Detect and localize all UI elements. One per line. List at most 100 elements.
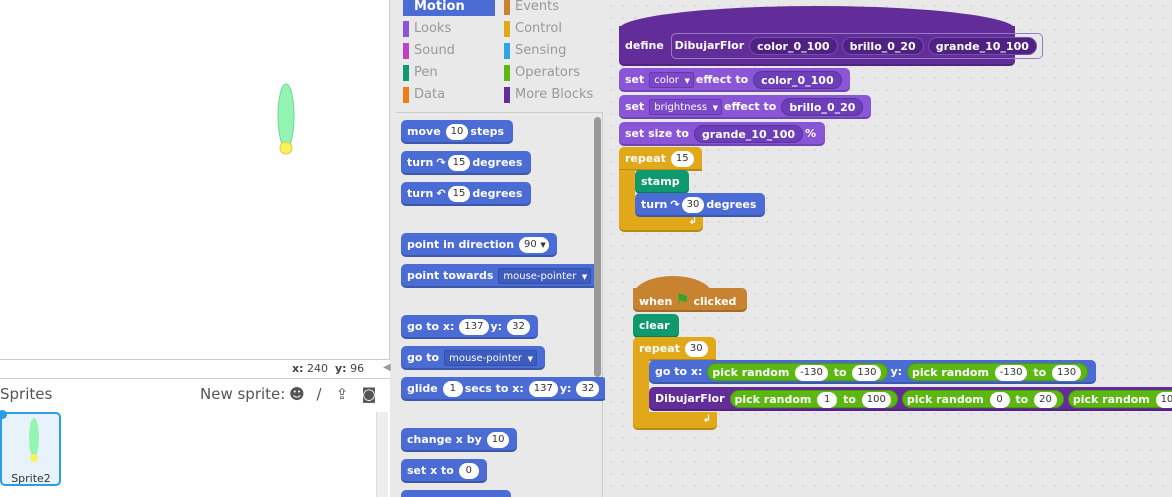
param-reporter[interactable]: grande_10_100 bbox=[693, 125, 804, 143]
stage[interactable] bbox=[0, 0, 390, 360]
block-set-color-effect[interactable]: set coloreffect to color_0_100 bbox=[619, 68, 850, 92]
count-input[interactable]: 30 bbox=[684, 341, 708, 357]
block-go-to-xy[interactable]: go to x: 137 y: 32 bbox=[401, 315, 538, 339]
choose-sprite-library-icon[interactable]: ☻ bbox=[288, 385, 306, 403]
count-input[interactable]: 15 bbox=[670, 151, 694, 167]
block-glide[interactable]: glide 1 secs to x: 137 y: 32 bbox=[401, 377, 608, 401]
block-turn-right[interactable]: turn ↷ 15 degrees bbox=[401, 151, 532, 175]
sprite-flower-petal[interactable] bbox=[270, 80, 302, 160]
block-go-to-random[interactable]: go to x: pick random -130 to 130 y: pick ra… bbox=[649, 360, 1097, 384]
block-set-x[interactable]: set x to 0 bbox=[401, 459, 487, 483]
x-input[interactable]: 137 bbox=[459, 319, 489, 335]
block-text: set size to bbox=[625, 127, 689, 140]
sprite-thumbnail[interactable]: Sprite2 bbox=[0, 410, 61, 486]
loop-arrow-icon: ↲ bbox=[688, 216, 697, 227]
block-stamp[interactable]: stamp bbox=[635, 170, 689, 194]
repeat-footer: ↲ bbox=[633, 412, 717, 430]
block-point-in-direction[interactable]: point in direction 90 ▼ bbox=[401, 233, 557, 257]
collapse-arrow-icon[interactable]: ◀ bbox=[383, 362, 391, 373]
category-sensing[interactable]: Sensing bbox=[504, 42, 596, 60]
palette-scrollbar[interactable] bbox=[594, 117, 601, 377]
x-input[interactable]: 137 bbox=[528, 381, 558, 397]
camera-icon[interactable]: ◙ bbox=[360, 385, 378, 403]
rotate-right-icon: ↷ bbox=[436, 156, 446, 169]
block-turn-left[interactable]: turn ↶ 15 degrees bbox=[401, 182, 532, 206]
param-reporter[interactable]: color_0_100 bbox=[749, 37, 838, 55]
min-input[interactable]: 0 bbox=[989, 392, 1010, 408]
category-pen[interactable]: Pen bbox=[403, 64, 495, 82]
block-go-to[interactable]: go to mouse-pointer bbox=[401, 346, 546, 370]
block-change-x[interactable]: change x by 10 bbox=[401, 428, 518, 452]
max-input[interactable]: 130 bbox=[852, 365, 882, 381]
paint-brush-icon[interactable]: / bbox=[310, 385, 328, 403]
direction-dropdown[interactable]: 90 ▼ bbox=[519, 237, 549, 253]
block-partial[interactable] bbox=[401, 490, 511, 497]
max-input[interactable]: 100 bbox=[861, 392, 891, 408]
block-define[interactable]: define DibujarFlor color_0_100 brillo_0_20… bbox=[619, 26, 1043, 66]
pick-random-size[interactable]: pick random 10 to 50 bbox=[1067, 390, 1172, 408]
proc-prototype[interactable]: DibujarFlor color_0_100 brillo_0_20 grande_… bbox=[670, 33, 1043, 59]
category-operators[interactable]: Operators bbox=[504, 64, 596, 82]
sprite-info-icon[interactable] bbox=[0, 410, 7, 419]
category-data[interactable]: Data bbox=[403, 86, 495, 104]
block-clear[interactable]: clear bbox=[633, 314, 679, 338]
block-text: degrees bbox=[706, 198, 757, 211]
param-reporter[interactable]: brillo_0_20 bbox=[841, 37, 924, 55]
block-text: secs to x: bbox=[464, 382, 524, 395]
block-repeat[interactable]: repeat 15 bbox=[619, 147, 702, 171]
category-more-blocks[interactable]: More Blocks bbox=[504, 86, 596, 104]
number-input[interactable]: 15 bbox=[447, 186, 471, 202]
category-swatch bbox=[403, 43, 409, 59]
block-point-towards[interactable]: point towards mouse-pointer bbox=[401, 264, 600, 288]
block-palette: move 10 steps turn ↷ 15 degrees turn ↶ 15 degree… bbox=[396, 112, 608, 497]
category-motion[interactable]: Motion bbox=[403, 0, 495, 16]
y-input[interactable]: 32 bbox=[507, 319, 530, 335]
number-input[interactable]: 10 bbox=[445, 124, 469, 140]
target-dropdown[interactable]: mouse-pointer bbox=[498, 268, 592, 285]
effect-dropdown[interactable]: color bbox=[649, 72, 694, 89]
category-events[interactable]: Events bbox=[504, 0, 596, 16]
sprite-thumbnail-image bbox=[29, 418, 39, 462]
sprites-scrollbar[interactable] bbox=[376, 412, 388, 497]
block-move-steps[interactable]: move 10 steps bbox=[401, 120, 514, 144]
scripts-area[interactable]: define DibujarFlor color_0_100 brillo_0_20… bbox=[605, 0, 1172, 497]
block-call-dibujarflor[interactable]: DibujarFlor pick random 1 to 100 pick rand… bbox=[649, 387, 1172, 411]
category-looks[interactable]: Looks bbox=[403, 20, 495, 38]
param-reporter[interactable]: color_0_100 bbox=[753, 71, 842, 89]
block-set-size[interactable]: set size to grande_10_100% bbox=[619, 122, 826, 146]
min-input[interactable]: -130 bbox=[994, 365, 1028, 381]
number-input[interactable]: 15 bbox=[447, 155, 471, 171]
category-label: Pen bbox=[414, 65, 438, 80]
block-set-brightness-effect[interactable]: set brightnesseffect to brillo_0_20 bbox=[619, 95, 872, 119]
min-input[interactable]: -130 bbox=[795, 365, 828, 381]
block-turn-30[interactable]: turn ↷ 30 degrees bbox=[635, 193, 766, 217]
param-reporter[interactable]: grande_10_100 bbox=[927, 37, 1037, 55]
op-text: pick random bbox=[912, 366, 989, 379]
target-dropdown[interactable]: mouse-pointer bbox=[444, 350, 538, 367]
secs-input[interactable]: 1 bbox=[442, 381, 463, 397]
y-input[interactable]: 32 bbox=[576, 381, 600, 397]
green-flag-icon: ⚑ bbox=[675, 290, 690, 309]
category-sound[interactable]: Sound bbox=[403, 42, 495, 60]
number-input[interactable]: 30 bbox=[681, 197, 705, 213]
block-text: glide bbox=[407, 382, 438, 395]
pick-random-y[interactable]: pick random -130 to 130 bbox=[907, 363, 1089, 381]
number-input[interactable]: 10 bbox=[486, 432, 510, 448]
pick-random-x[interactable]: pick random -130 to 130 bbox=[707, 363, 889, 381]
max-input[interactable]: 20 bbox=[1034, 392, 1057, 408]
min-input[interactable]: 1 bbox=[817, 392, 838, 408]
op-text: pick random bbox=[734, 393, 812, 406]
min-input[interactable]: 10 bbox=[1155, 392, 1172, 408]
max-input[interactable]: 130 bbox=[1051, 365, 1082, 381]
upload-icon[interactable]: ⇪ bbox=[333, 385, 351, 403]
effect-dropdown[interactable]: brightness bbox=[649, 99, 723, 116]
block-categories: Motion Events Looks Control Sound Sensin… bbox=[398, 0, 598, 110]
pick-random-color[interactable]: pick random 1 to 100 bbox=[729, 390, 898, 408]
param-reporter[interactable]: brillo_0_20 bbox=[781, 98, 864, 116]
block-when-flag-clicked[interactable]: when ⚑ clicked bbox=[633, 288, 747, 312]
pick-random-brightness[interactable]: pick random 0 to 20 bbox=[901, 390, 1064, 408]
block-text: define bbox=[625, 39, 664, 52]
number-input[interactable]: 0 bbox=[458, 463, 479, 479]
block-text: when bbox=[639, 295, 673, 308]
category-control[interactable]: Control bbox=[504, 20, 596, 38]
